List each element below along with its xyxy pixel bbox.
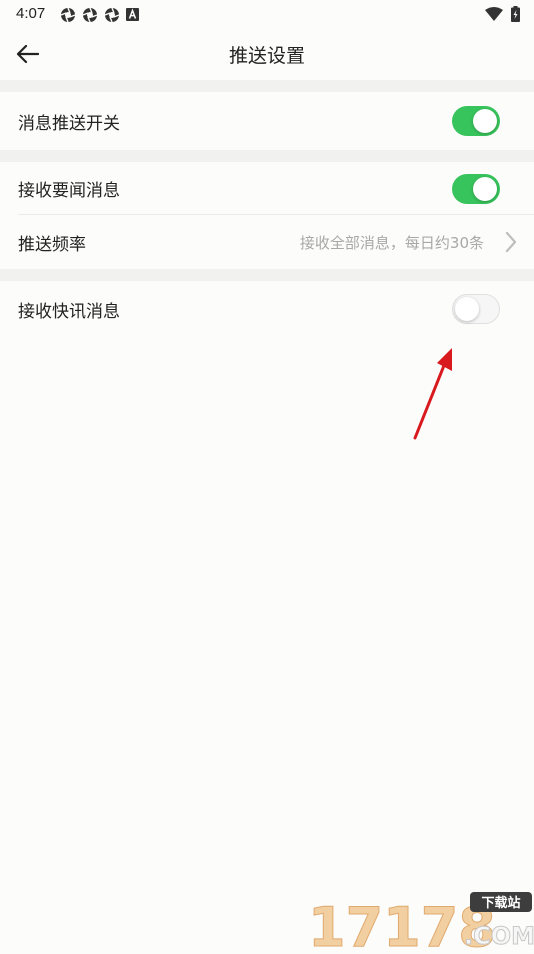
toggle-knob [473,109,497,133]
setting-label: 接收要闻消息 [18,181,120,201]
setting-label: 推送频率 [18,234,86,255]
a-badge-icon [126,8,139,21]
headline-news-toggle[interactable] [452,174,500,204]
setting-row-flash-news: 接收快讯消息 [0,281,534,337]
watermark-tag: 下载站 [481,895,520,911]
setting-row-headline-news: 接收要闻消息 [0,162,534,215]
setting-label: 消息推送开关 [18,113,120,134]
toggle-knob [455,297,479,321]
toggle-knob [473,177,497,201]
battery-icon [511,6,520,22]
push-switch-toggle[interactable] [452,106,500,136]
system-icons [485,6,520,22]
watermark-domain: .COM [464,922,534,950]
aperture-icon [104,7,120,23]
section-divider [0,150,534,162]
aperture-icon [60,7,76,23]
chevron-right-icon [505,231,517,253]
watermark-graphic: 17178 下载站 .COM [308,892,534,954]
app-bar: 推送设置 [0,28,534,80]
annotation-arrow-icon [413,348,452,440]
status-bar: 4:07 [0,0,534,28]
setting-row-push-switch: 消息推送开关 [0,92,534,150]
setting-row-push-frequency[interactable]: 推送频率 接收全部消息，每日约30条 [0,215,534,269]
page-title: 推送设置 [228,45,305,67]
section-divider [0,269,534,281]
wifi-icon [485,7,503,21]
notification-icons [60,7,139,23]
setting-label: 接收快讯消息 [18,301,120,322]
status-time: 4:07 [16,5,46,22]
aperture-icon [82,7,98,23]
flash-news-toggle[interactable] [452,294,500,324]
section-divider [0,80,534,92]
frequency-value: 接收全部消息，每日约30条 [299,233,484,252]
watermark-logo: 17178 下载站 .COM [304,890,534,954]
